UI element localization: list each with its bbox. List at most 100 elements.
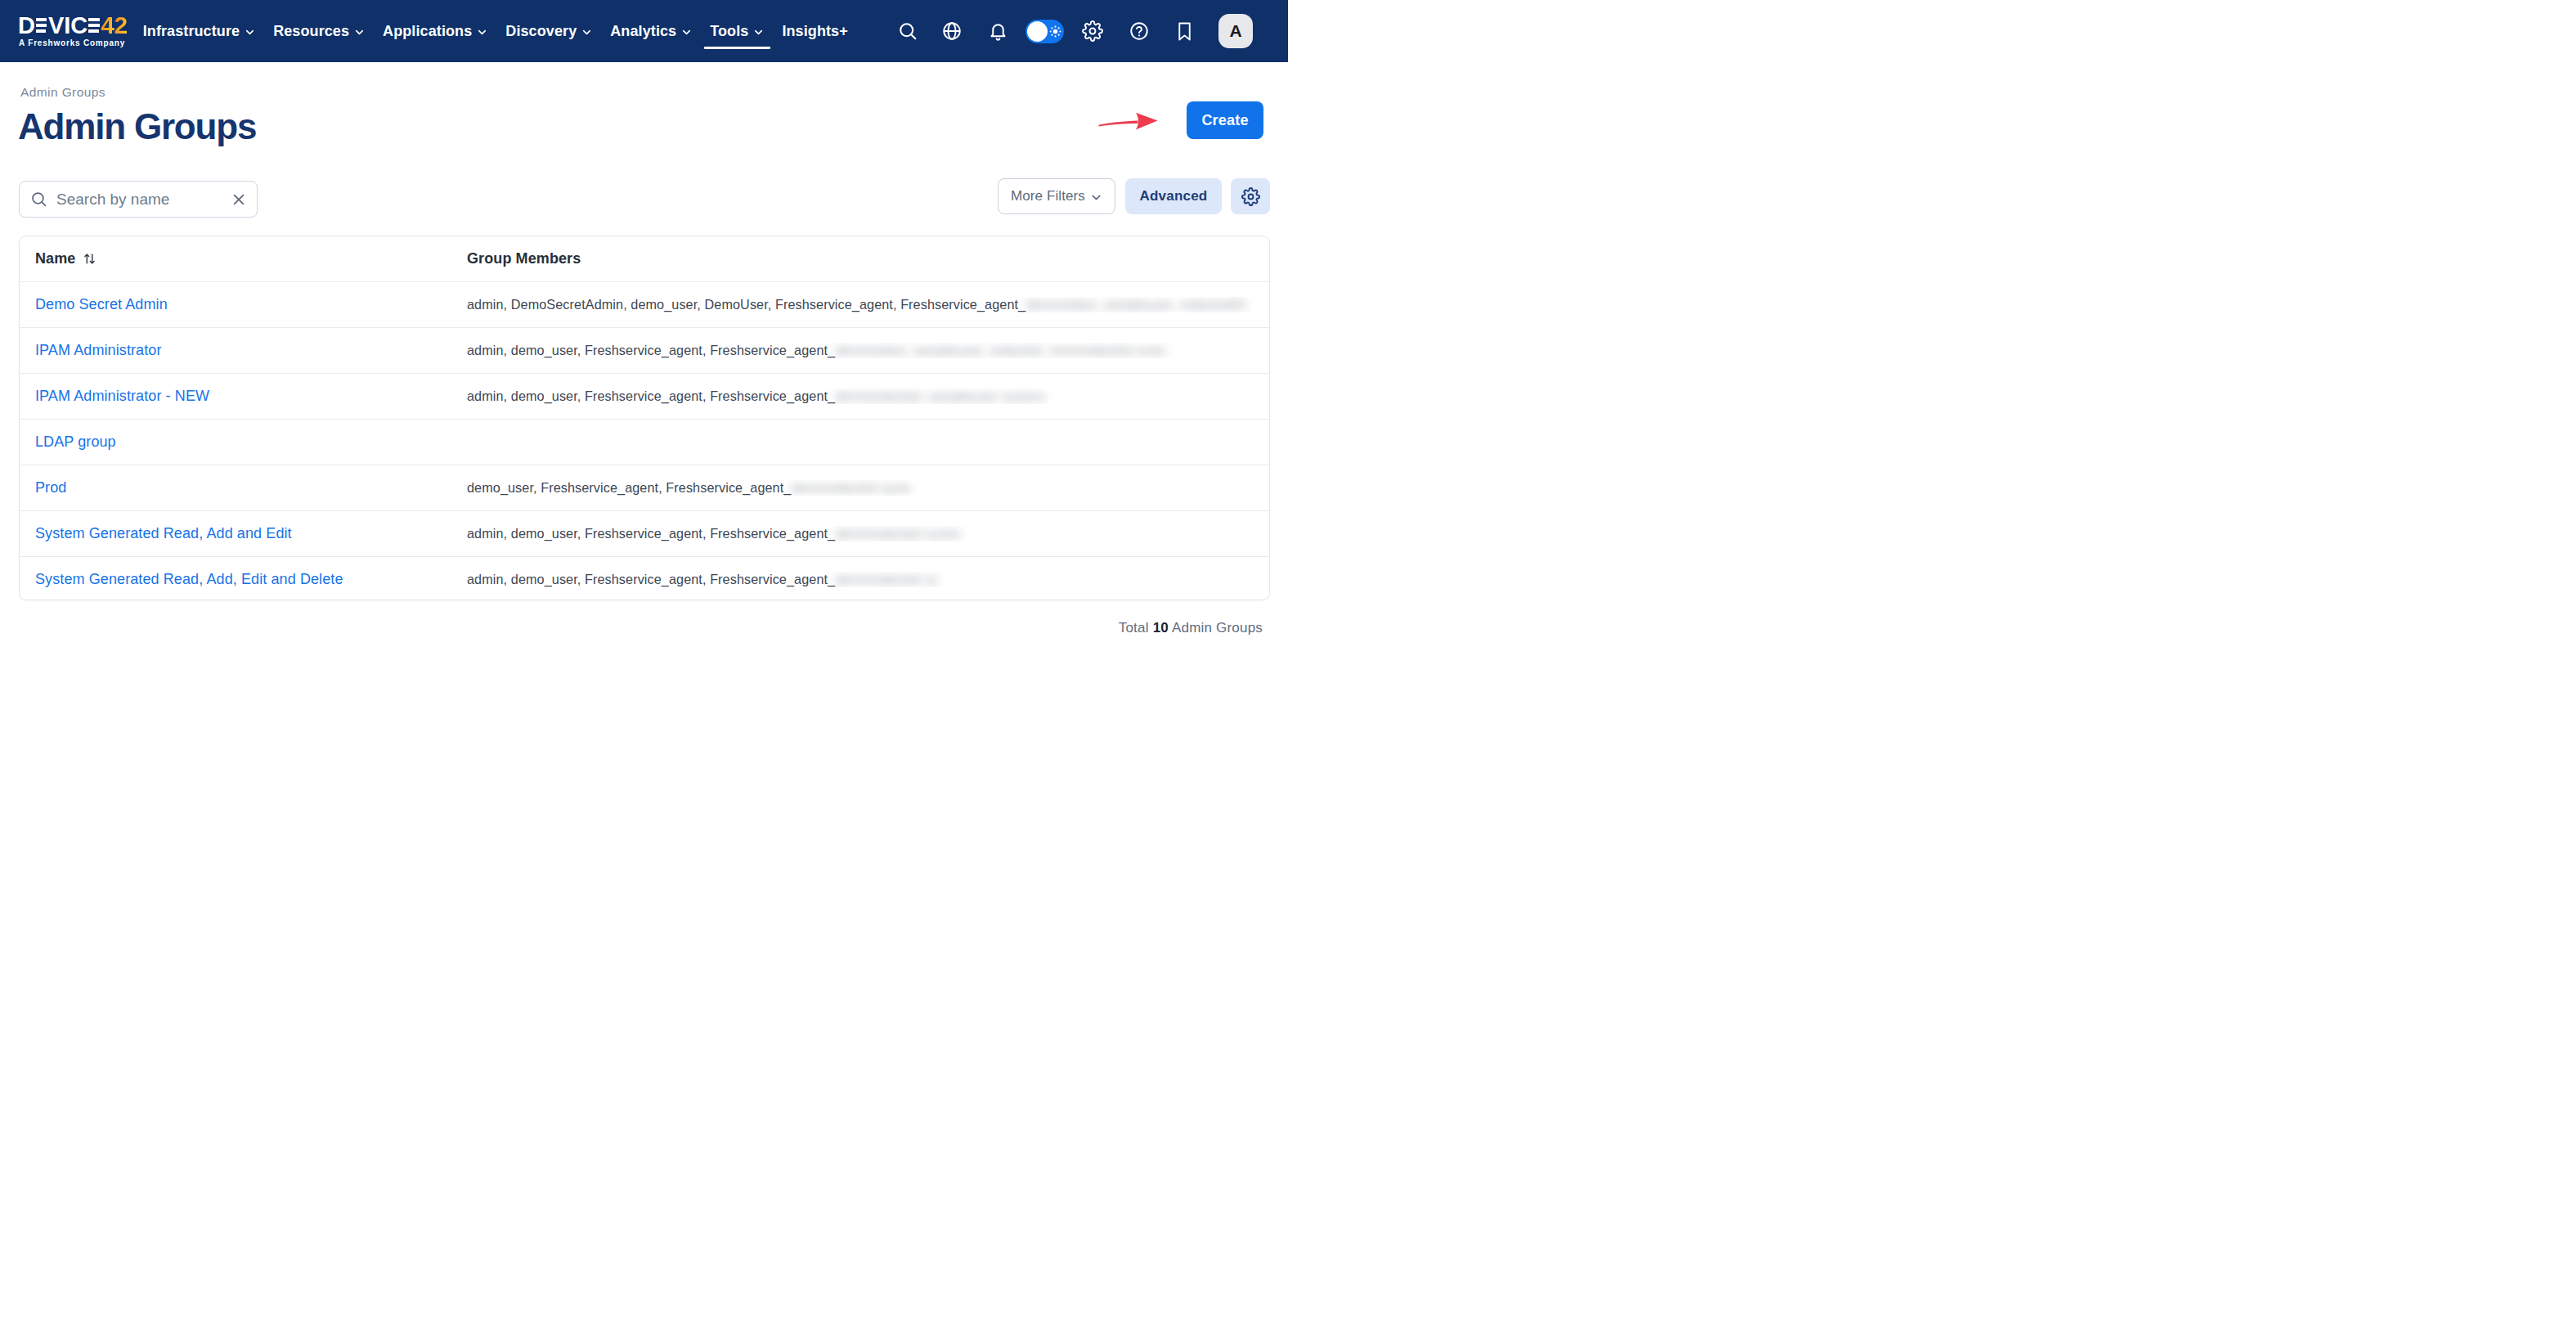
group-name-link[interactable]: LDAP group — [35, 433, 116, 450]
column-header-label: Name — [35, 250, 75, 267]
nav-item-infrastructure[interactable]: Infrastructure — [136, 0, 263, 62]
chevron-down-icon — [244, 26, 256, 38]
logo-letter-e — [88, 18, 100, 33]
nav-item-analytics[interactable]: Analytics — [603, 0, 700, 62]
chevron-down-icon — [752, 26, 765, 38]
navbar-actions: A — [897, 14, 1253, 48]
redacted-members: demoredact, sampleuser, redacted, morere… — [835, 343, 1166, 357]
logo-letter-e — [36, 18, 47, 33]
group-name-link[interactable]: System Generated Read, Add, Edit and Del… — [35, 571, 343, 587]
nav-label: Resources — [273, 23, 349, 40]
chevron-down-icon — [476, 26, 488, 38]
table-row: IPAM Administrator - NEW admin, demo_use… — [20, 374, 1269, 420]
chevron-down-icon — [1089, 191, 1103, 204]
sort-icon[interactable] — [83, 252, 96, 266]
group-name-link[interactable]: IPAM Administrator - NEW — [35, 388, 209, 404]
chevron-down-icon — [680, 26, 693, 38]
table-row: LDAP group — [20, 420, 1269, 465]
group-members-text: demo_user, Freshservice_agent, Freshserv… — [467, 480, 791, 495]
search-input[interactable] — [56, 191, 225, 209]
total-count: 10 — [1153, 620, 1169, 636]
sun-icon — [1049, 25, 1061, 41]
table-row: System Generated Read, Add, Edit and Del… — [20, 557, 1269, 600]
search-box — [19, 181, 258, 218]
help-icon[interactable] — [1129, 20, 1150, 42]
group-name-cell: IPAM Administrator — [20, 342, 451, 359]
clear-search-icon[interactable] — [231, 192, 246, 207]
nav-label: Tools — [710, 23, 748, 40]
group-name-cell: Prod — [20, 479, 451, 496]
avatar[interactable]: A — [1218, 14, 1253, 48]
logo-letter: D — [18, 15, 35, 36]
group-name-link[interactable]: Prod — [35, 479, 66, 496]
main-nav: Infrastructure Resources Applications Di… — [136, 0, 855, 62]
nav-item-tools[interactable]: Tools — [702, 0, 772, 62]
nav-label: Insights+ — [782, 23, 847, 40]
group-name-cell: IPAM Administrator - NEW — [20, 388, 451, 405]
group-name-cell: System Generated Read, Add, Edit and Del… — [20, 571, 451, 588]
total-prefix: Total — [1119, 620, 1149, 636]
table-row: IPAM Administrator admin, demo_user, Fre… — [20, 328, 1269, 374]
gear-icon[interactable] — [1082, 20, 1103, 42]
nav-label: Analytics — [610, 23, 676, 40]
group-name-cell: LDAP group — [20, 433, 451, 451]
search-icon — [30, 191, 47, 208]
more-filters-dropdown[interactable]: More Filters — [998, 178, 1115, 214]
group-name-cell: System Generated Read, Add and Edit — [20, 525, 451, 542]
logo-letter: C — [70, 15, 88, 36]
table-row: Demo Secret Admin admin, DemoSecretAdmin… — [20, 282, 1269, 328]
device42-logo[interactable]: DVIC42 A Freshworks Company — [18, 15, 128, 47]
nav-label: Applications — [383, 23, 472, 40]
nav-item-discovery[interactable]: Discovery — [498, 0, 600, 62]
group-members-text: admin, demo_user, Freshservice_agent, Fr… — [467, 343, 835, 357]
redacted-members: demoredacted xy — [835, 572, 938, 586]
table-row: Prod demo_user, Freshservice_agent, Fres… — [20, 465, 1269, 511]
redacted-members: demoredact, sampleuser, redacted01 — [1025, 297, 1247, 312]
table-row: System Generated Read, Add and Edit admi… — [20, 511, 1269, 557]
nav-item-insights[interactable]: Insights+ — [774, 0, 855, 62]
filter-toolbar: More Filters Advanced — [998, 178, 1270, 214]
total-count-line: Total 10 Admin Groups — [1119, 618, 1263, 638]
bell-icon[interactable] — [988, 21, 1008, 42]
logo-letter: V — [48, 15, 64, 36]
advanced-button[interactable]: Advanced — [1125, 178, 1222, 214]
top-navbar: DVIC42 A Freshworks Company Infrastructu… — [0, 0, 1288, 62]
group-members-cell: admin, demo_user, Freshservice_agent, Fr… — [451, 572, 1269, 587]
nav-item-resources[interactable]: Resources — [266, 0, 373, 62]
toggle-knob — [1027, 21, 1048, 42]
device42-logo-word: DVIC42 — [18, 15, 128, 36]
redacted-members: demoredacted xyzwv — [835, 526, 961, 541]
column-header-label: Group Members — [467, 250, 581, 267]
group-members-text: admin, demo_user, Freshservice_agent, Fr… — [467, 572, 835, 586]
group-members-cell: admin, demo_user, Freshservice_agent, Fr… — [451, 343, 1269, 358]
table-settings-button[interactable] — [1231, 178, 1270, 214]
group-name-link[interactable]: IPAM Administrator — [35, 342, 162, 358]
search-icon[interactable] — [897, 20, 918, 42]
nav-label: Discovery — [505, 23, 577, 40]
gear-icon — [1241, 187, 1260, 206]
theme-toggle[interactable] — [1025, 20, 1064, 43]
globe-icon[interactable] — [941, 20, 963, 42]
group-members-text: admin, DemoSecretAdmin, demo_user, DemoU… — [467, 297, 1025, 312]
logo-letter: I — [64, 15, 70, 36]
group-name-link[interactable]: System Generated Read, Add and Edit — [35, 525, 292, 541]
table-header-row: Name Group Members — [20, 236, 1269, 282]
bookmark-icon[interactable] — [1175, 21, 1194, 42]
group-name-cell: Demo Secret Admin — [20, 296, 451, 313]
logo-letter: 2 — [114, 15, 128, 36]
annotation-arrow — [1098, 110, 1158, 132]
group-members-cell: admin, demo_user, Freshservice_agent, Fr… — [451, 389, 1269, 404]
chevron-down-icon — [353, 26, 366, 38]
group-name-link[interactable]: Demo Secret Admin — [35, 296, 168, 312]
nav-label: Infrastructure — [143, 23, 240, 40]
create-button[interactable]: Create — [1187, 101, 1263, 139]
total-suffix: Admin Groups — [1172, 620, 1263, 636]
breadcrumb[interactable]: Admin Groups — [20, 83, 105, 101]
logo-tagline: A Freshworks Company — [19, 38, 128, 47]
group-members-text: admin, demo_user, Freshservice_agent, Fr… — [467, 526, 835, 541]
group-members-cell: demo_user, Freshservice_agent, Freshserv… — [451, 480, 1269, 496]
more-filters-label: More Filters — [1011, 188, 1085, 204]
column-header-members: Group Members — [451, 250, 1269, 267]
nav-item-applications[interactable]: Applications — [375, 0, 496, 62]
chevron-down-icon — [581, 26, 593, 38]
